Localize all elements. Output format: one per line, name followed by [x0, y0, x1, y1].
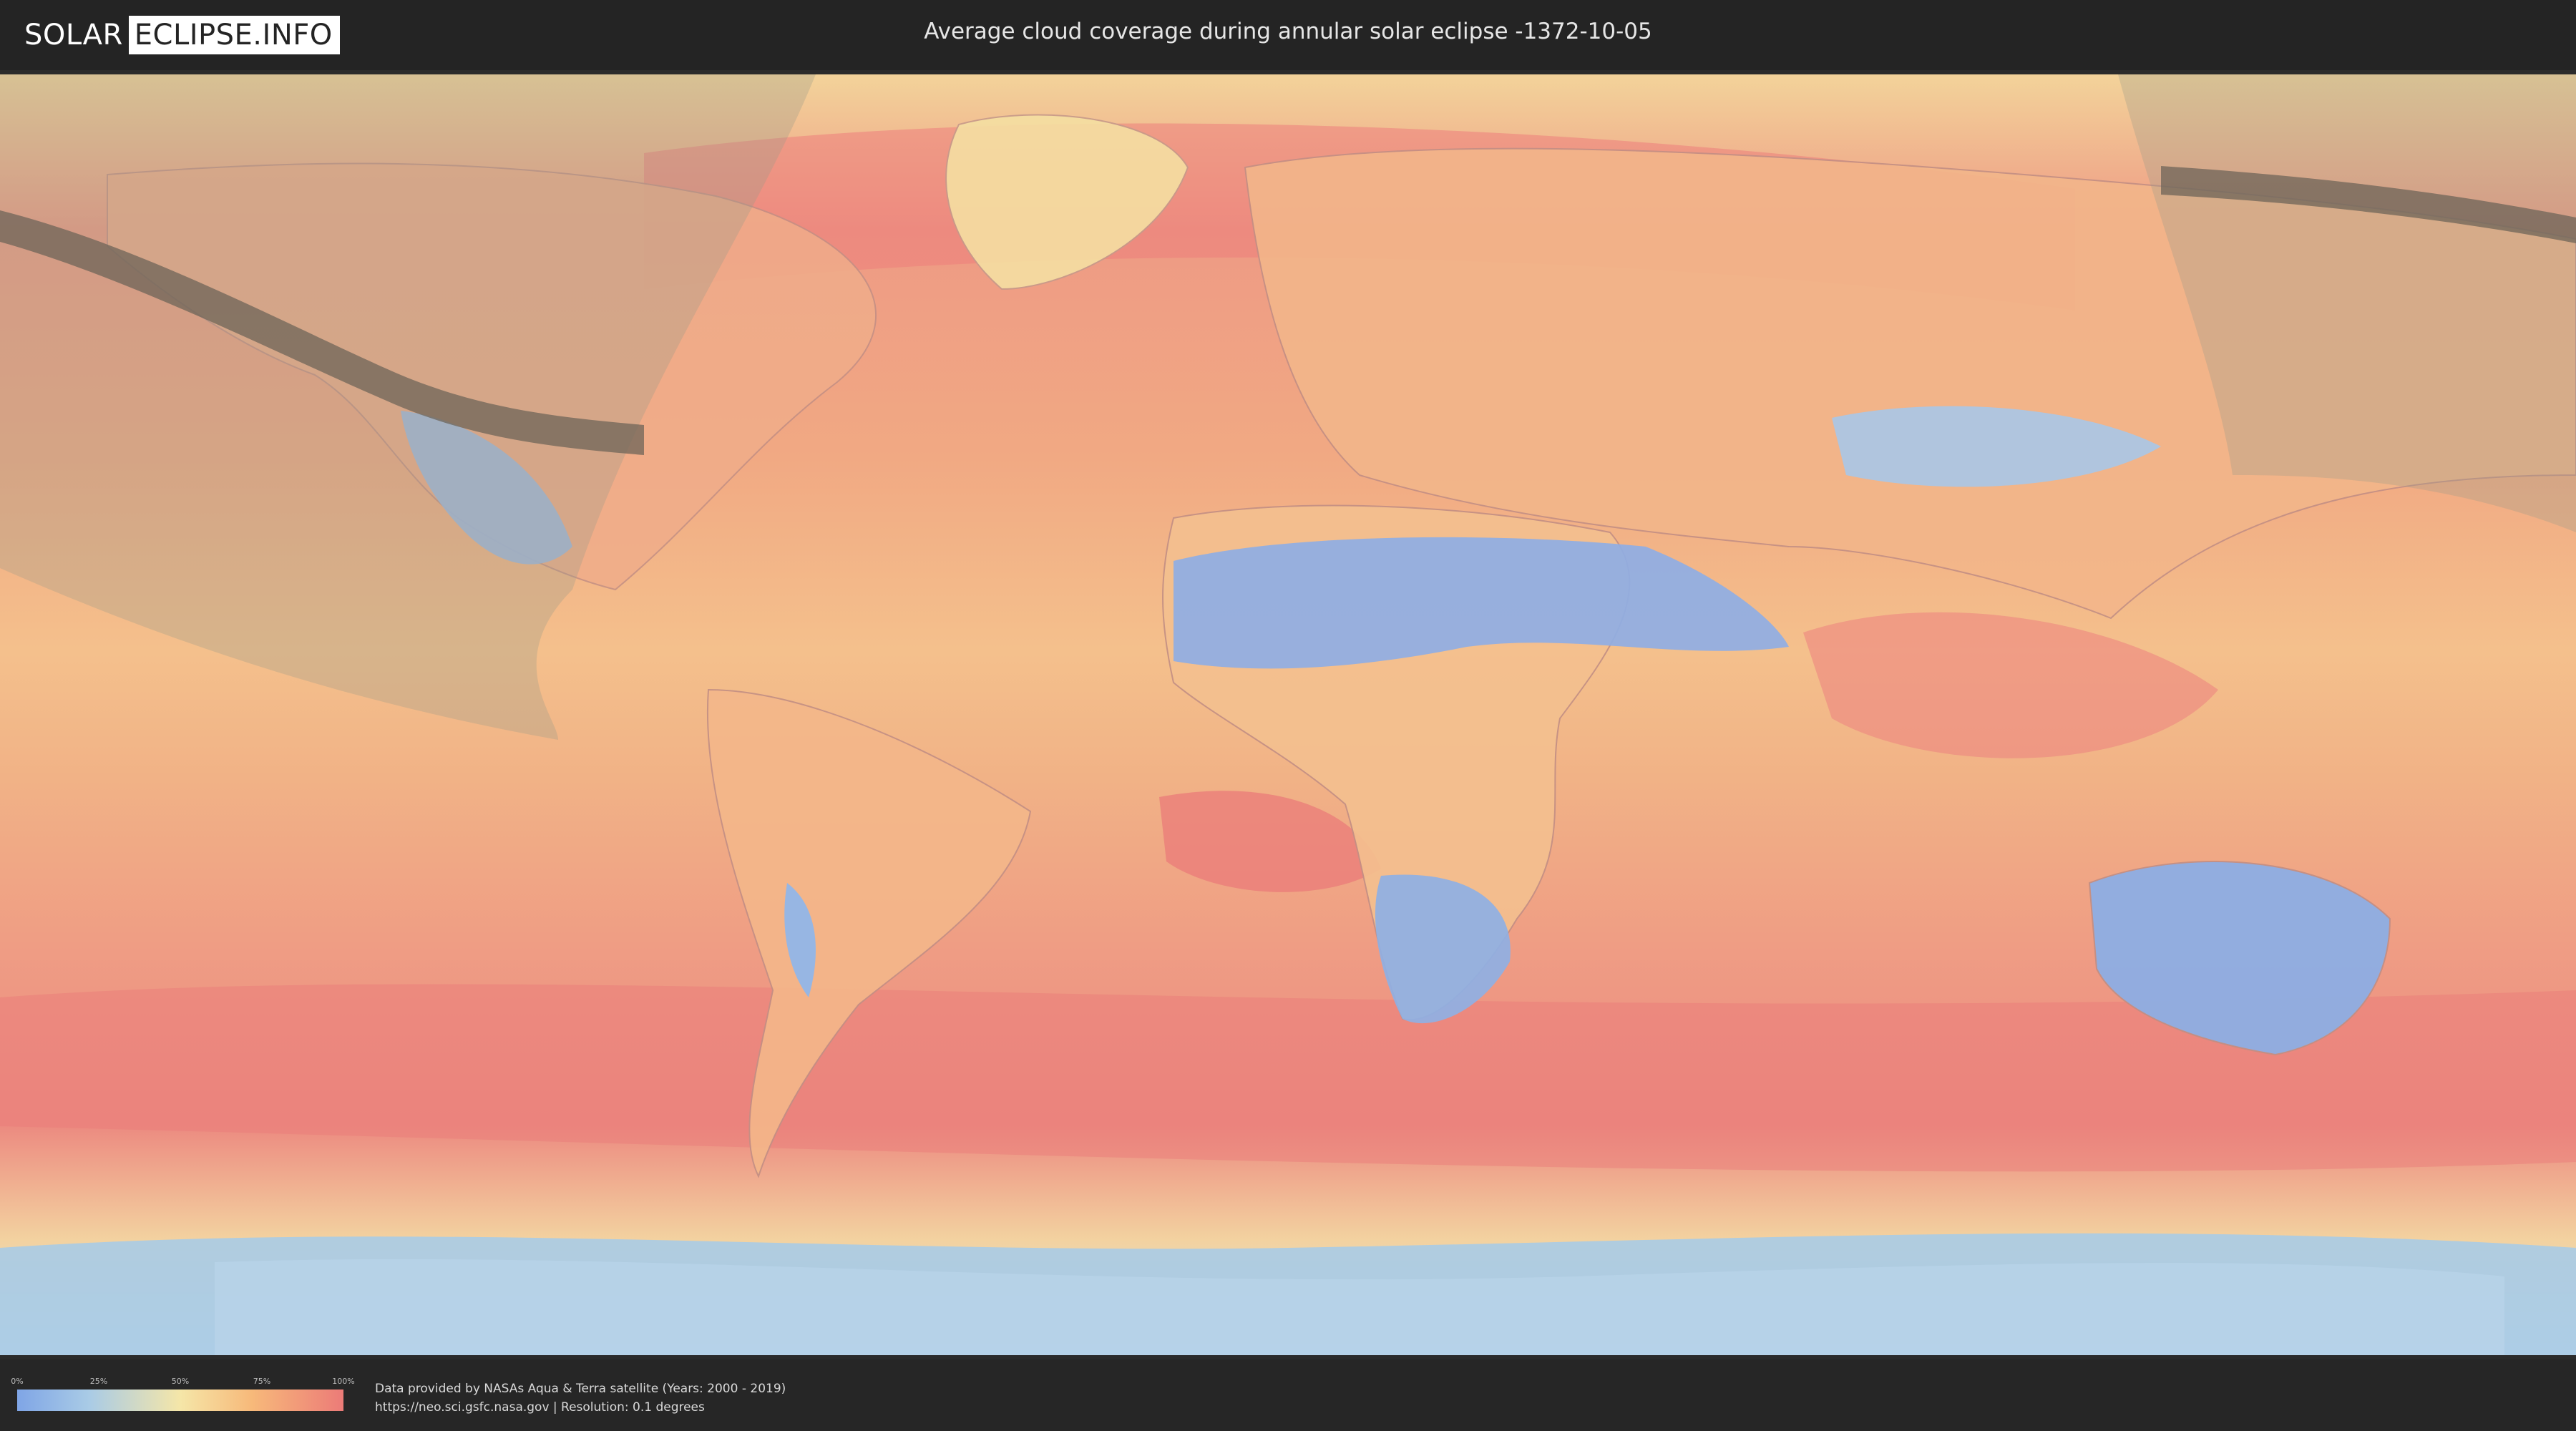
- legend-color-bar: [17, 1390, 343, 1411]
- cloud-coverage-legend: 0% 25% 50% 75% 100%: [11, 1377, 355, 1411]
- legend-tick-100: 100%: [332, 1377, 355, 1386]
- cloud-coverage-map[interactable]: [0, 74, 2576, 1355]
- header-bar: SOLAR ECLIPSE.INFO Average cloud coverag…: [0, 0, 2576, 70]
- map-svg: [0, 74, 2576, 1355]
- legend-tick-0: 0%: [11, 1377, 24, 1386]
- legend-tick-75: 75%: [253, 1377, 271, 1386]
- data-credits: Data provided by NASAs Aqua & Terra sate…: [375, 1379, 786, 1417]
- page-title: Average cloud coverage during annular so…: [924, 19, 1652, 44]
- credits-url: https://neo.sci.gsfc.nasa.gov | Resoluti…: [375, 1400, 705, 1415]
- legend-tick-25: 25%: [89, 1377, 108, 1386]
- legend-ticks: 0% 25% 50% 75% 100%: [11, 1377, 354, 1388]
- credits-source: Data provided by NASAs Aqua & Terra sate…: [375, 1382, 786, 1396]
- footer-bar: 0% 25% 50% 75% 100% Data provided by NAS…: [0, 1359, 2576, 1431]
- legend-tick-50: 50%: [171, 1377, 190, 1386]
